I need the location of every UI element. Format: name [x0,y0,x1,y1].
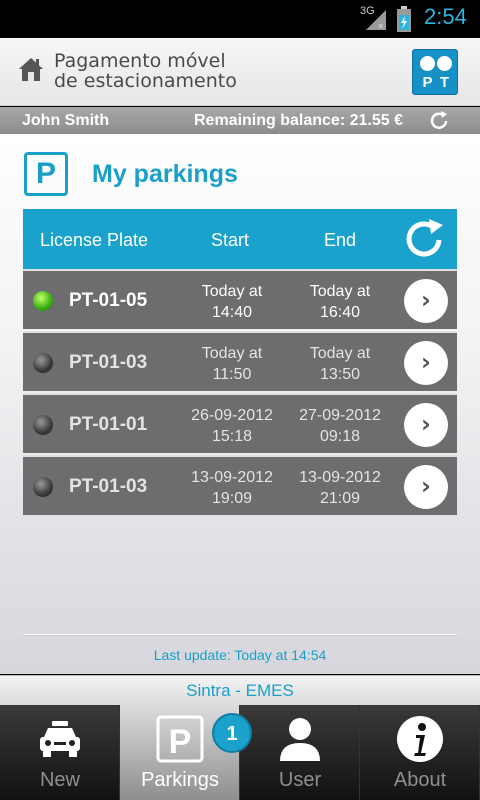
refresh-balance-icon[interactable] [428,110,450,132]
remaining-balance: Remaining balance: 21.55 € [194,112,403,129]
end-date: Today at [309,283,371,300]
home-icon[interactable] [18,56,44,82]
end-time: 13-09-2012 21:09 [285,467,395,509]
license-plate: PT-01-05 [69,290,148,311]
start-date: Today at [201,283,263,300]
logo-dot [420,56,435,71]
start-date: 26-09-2012 [191,407,273,424]
app-title: Pagamento móvel de estacionamento [54,51,237,91]
chevron-right-icon[interactable]: › [404,341,448,385]
start-hour: 19:09 [211,490,253,507]
table-row[interactable]: PT-01-05 Today at 14:40 Today at 16:40 › [23,269,457,329]
tab-user[interactable]: User [240,705,360,800]
divider [23,634,457,636]
app-title-line2: de estacionamento [54,70,237,92]
start-date: 13-09-2012 [191,469,273,486]
inactive-status-led [33,415,53,435]
info-icon [397,716,443,762]
active-status-led [33,291,53,311]
table-header: License Plate Start End [23,209,457,269]
tab-label: New [39,769,80,791]
logo-dot [437,56,452,71]
parking-icon: P [24,152,68,196]
table-row[interactable]: PT-01-03 13-09-2012 19:09 13-09-2012 21:… [23,455,457,515]
signal-icon: × [366,10,386,30]
end-date: 13-09-2012 [299,469,381,486]
column-header-end: End [324,230,357,250]
clock: 2:54 [424,4,467,29]
start-time: 26-09-2012 15:18 [177,405,287,447]
user-bar: John Smith Remaining balance: 21.55 € [0,107,480,134]
logo-letter: P [422,74,433,91]
page-title: My parkings [92,160,238,188]
license-plate: PT-01-03 [69,352,148,373]
logo-letter: T [439,74,450,91]
start-hour: 14:40 [211,304,253,321]
parking-icon: P [156,715,204,763]
column-header-start: Start [211,230,250,250]
main-content: P My parkings License Plate Start End PT… [0,134,480,674]
start-date: Today at [201,345,263,362]
table-row[interactable]: PT-01-03 Today at 11:50 Today at 13:50 › [23,331,457,391]
start-time: Today at 14:40 [177,281,287,323]
pt-logo[interactable]: P T [412,49,458,95]
end-hour: 13:50 [319,366,361,383]
tab-label: About [393,769,447,791]
car-icon [40,721,80,757]
chevron-right-icon[interactable]: › [404,279,448,323]
refresh-icon[interactable] [403,219,447,261]
svg-text:P: P [169,723,192,761]
user-icon [280,718,320,761]
last-update-text: Last update: Today at 14:54 [153,647,327,663]
end-date: Today at [309,345,371,362]
app-title-line1: Pagamento móvel [54,50,226,72]
end-time: Today at 16:40 [285,281,395,323]
chevron-right-icon[interactable]: › [404,465,448,509]
start-hour: 11:50 [212,366,252,383]
svg-text:×: × [378,21,383,30]
start-time: Today at 11:50 [177,343,287,385]
tab-label: Parkings [141,769,219,791]
end-hour: 09:18 [319,428,361,445]
inactive-status-led [33,477,53,497]
start-hour: 15:18 [211,428,253,445]
battery-icon [397,6,411,32]
column-header-plate: License Plate [40,230,149,250]
app-header: Pagamento móvel de estacionamento P T [0,38,480,106]
end-hour: 21:09 [319,490,361,507]
tab-about[interactable]: About [360,705,480,800]
license-plate: PT-01-03 [69,476,148,497]
bottom-tab-bar: New P Parkings User About 1 [0,705,480,800]
table-row[interactable]: PT-01-01 26-09-2012 15:18 27-09-2012 09:… [23,393,457,453]
inactive-status-led [33,353,53,373]
end-time: 27-09-2012 09:18 [285,405,395,447]
notification-badge: 1 [212,713,252,753]
tab-new[interactable]: New [0,705,120,800]
license-plate: PT-01-01 [69,414,148,435]
user-name: John Smith [22,112,110,129]
end-time: Today at 13:50 [285,343,395,385]
start-time: 13-09-2012 19:09 [177,467,287,509]
location-label: Sintra - EMES [0,675,480,705]
status-bar: 3G × 2:54 [0,0,480,38]
tab-label: User [278,769,322,791]
end-date: 27-09-2012 [299,407,381,424]
chevron-right-icon[interactable]: › [404,403,448,447]
end-hour: 16:40 [319,304,361,321]
